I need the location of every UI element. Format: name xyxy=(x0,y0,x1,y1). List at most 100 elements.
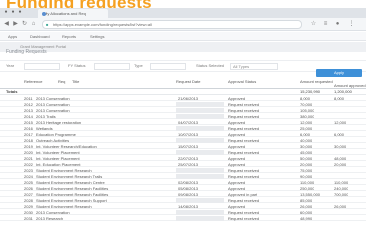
row-title[interactable]: Int. Volunteer Placement xyxy=(36,156,166,161)
bookmark-item[interactable]: Reports xyxy=(62,33,76,40)
row-title[interactable]: Outreach Activities xyxy=(36,138,166,143)
tab-bar: ● ● ● My Allocations and Req xyxy=(0,8,366,18)
row-title[interactable]: Student Environment Research xyxy=(36,204,166,209)
fy-input[interactable] xyxy=(94,63,130,70)
row-status: Approved xyxy=(228,132,246,137)
table-row[interactable]: 2013 2013 Conservation Request received 105… xyxy=(0,108,366,113)
row-title[interactable]: Education Programme xyxy=(36,132,166,137)
row-title[interactable]: Int. Education Placement xyxy=(36,162,166,167)
table-row[interactable]: 2015 2013 Heritage restoration 04/07/2013 A… xyxy=(0,120,366,125)
table-row[interactable]: 2026 Student Environment Research Facilit… xyxy=(0,186,366,191)
empty-date-cell xyxy=(176,114,224,119)
table-row[interactable]: 2024 Student Environment Research Trails R… xyxy=(0,174,366,179)
profile-icon[interactable]: ● xyxy=(334,21,341,28)
row-id: 2021 xyxy=(24,156,33,161)
table-row[interactable]: 2025 Student Environment Research Centre 0… xyxy=(0,180,366,185)
column-header-status[interactable]: Approval Status xyxy=(228,80,256,84)
bookmark-item[interactable]: Settings xyxy=(90,33,104,40)
row-status: Request received xyxy=(228,138,260,143)
column-header-approved[interactable]: Amount approved xyxy=(334,84,366,88)
row-id: 2017 xyxy=(24,132,33,137)
row-status: Request received xyxy=(228,150,260,155)
type-label: Type xyxy=(134,63,143,68)
column-header-ref[interactable]: Reference xyxy=(24,80,42,84)
minimize-window-icon[interactable]: ● xyxy=(10,10,16,15)
empty-date-cell xyxy=(176,198,224,203)
row-title[interactable]: Student Environment Research Centre xyxy=(36,180,166,185)
row-amount: 6,000 xyxy=(300,132,311,137)
row-id: 2016 xyxy=(24,126,33,131)
row-title[interactable]: Student Environment Research Trails xyxy=(36,174,166,179)
row-title[interactable]: 2013 Research xyxy=(36,216,166,221)
forward-icon[interactable]: ▶ xyxy=(12,21,19,28)
browser-tab[interactable]: My Allocations and Req xyxy=(38,9,108,18)
row-title[interactable]: 2013 Conservation xyxy=(36,108,166,113)
row-title[interactable]: Wetlands xyxy=(36,126,166,131)
table-row[interactable]: 2011 2013 Conservation 21/06/2013 Approved 8… xyxy=(0,96,366,101)
table-row[interactable]: 2012 2013 Conservation Request received 70,… xyxy=(0,102,366,107)
row-id: 2029 xyxy=(24,204,33,209)
row-date: 14/08/2013 xyxy=(178,204,199,209)
address-bar[interactable]: ■ https://apps.example.com/funding/reque… xyxy=(42,20,302,29)
column-header-title[interactable]: Title xyxy=(72,80,79,84)
apply-button[interactable]: Apply xyxy=(316,69,362,77)
column-header-date[interactable]: Request Date xyxy=(176,80,200,84)
table-row[interactable]: 2019 Int. Volunteer Research/Education 15/… xyxy=(0,144,366,149)
maximize-window-icon[interactable]: ● xyxy=(17,10,23,15)
home-icon[interactable]: ⌂ xyxy=(30,21,37,28)
row-title[interactable]: Student Environment Research Facilities xyxy=(36,192,166,197)
row-title[interactable]: 2013 Heritage restoration xyxy=(36,120,166,125)
reload-icon[interactable]: ↻ xyxy=(21,21,28,28)
row-approved: 6,000 xyxy=(334,132,345,137)
status-select[interactable]: All Types xyxy=(230,63,278,70)
row-title[interactable]: 2013 Conservation xyxy=(36,96,166,101)
row-title[interactable]: Student Environment Research xyxy=(36,168,166,173)
table-row[interactable]: 2020 Int. Volunteer Placement Request rece… xyxy=(0,150,366,155)
row-title[interactable]: 2013 Conservation xyxy=(36,210,166,215)
table-row[interactable]: 2014 2013 Trails Request received 380,000 xyxy=(0,114,366,119)
row-amount: 50,000 xyxy=(300,156,313,161)
menu-icon[interactable]: ⋮ xyxy=(348,21,355,28)
row-status: Approved xyxy=(228,162,246,167)
year-label: Year xyxy=(6,63,15,68)
year-input[interactable] xyxy=(24,63,60,70)
browser-window: ● ● ● My Allocations and Req ◀ ▶ ↻ ⌂ ■ h… xyxy=(0,8,366,241)
row-title[interactable]: 2013 Trails xyxy=(36,114,166,119)
table-row[interactable]: 2023 Student Environment Research Request … xyxy=(0,168,366,173)
row-date: 02/08/2013 xyxy=(178,180,199,185)
close-window-icon[interactable]: ● xyxy=(3,10,9,15)
table-row[interactable]: 2031 2013 Research Request received 48,990 xyxy=(0,216,366,221)
table-row[interactable]: 2028 Student Environment Research Support… xyxy=(0,198,366,203)
empty-date-cell xyxy=(176,216,224,221)
back-icon[interactable]: ◀ xyxy=(3,21,10,28)
table-row[interactable]: 2017 Education Programme 10/07/2013 Approve… xyxy=(0,132,366,137)
row-title[interactable]: Student Environment Research Facilities xyxy=(36,186,166,191)
row-status: Approved xyxy=(228,120,246,125)
column-header-req[interactable]: Req xyxy=(58,80,65,84)
row-date: 15/07/2013 xyxy=(178,144,199,149)
star-icon[interactable]: ☆ xyxy=(310,21,317,28)
row-title[interactable]: Int. Volunteer Placement xyxy=(36,150,166,155)
row-title[interactable]: Student Environment Research Support xyxy=(36,198,166,203)
empty-date-cell xyxy=(176,174,224,179)
row-amount: 250,000 xyxy=(300,186,315,191)
table-row[interactable]: 2027 Student Environment Research Facilit… xyxy=(0,192,366,197)
column-header-amount[interactable]: Amount requested xyxy=(300,80,333,84)
table-row[interactable]: 2030 2013 Conservation Request received 60,… xyxy=(0,210,366,215)
totals-row: Totals 15,230,990 1,200,000 xyxy=(0,89,366,95)
bookmarks-bar: Apps Dashboard Reports Settings xyxy=(0,32,366,41)
status-label: Status Selected xyxy=(196,63,225,68)
table-row[interactable]: 2018 Outreach Activities Request received 4… xyxy=(0,138,366,143)
url-text: https://apps.example.com/funding/request… xyxy=(53,22,152,27)
bookmark-item[interactable]: Apps xyxy=(8,33,17,40)
row-id: 2019 xyxy=(24,144,33,149)
table-row[interactable]: 2021 Int. Volunteer Placement 22/07/2013 Ap… xyxy=(0,156,366,161)
row-title[interactable]: Int. Volunteer Research/Education xyxy=(36,144,166,149)
extensions-icon[interactable]: ≡ xyxy=(322,21,329,28)
type-select[interactable] xyxy=(150,63,186,70)
table-row[interactable]: 2029 Student Environment Research 14/08/20… xyxy=(0,204,366,209)
row-title[interactable]: 2013 Conservation xyxy=(36,102,166,107)
bookmark-item[interactable]: Dashboard xyxy=(30,33,50,40)
table-row[interactable]: 2016 Wetlands Request received 25,000 xyxy=(0,126,366,131)
table-row[interactable]: 2022 Int. Education Placement 25/07/2013 Ap… xyxy=(0,162,366,167)
